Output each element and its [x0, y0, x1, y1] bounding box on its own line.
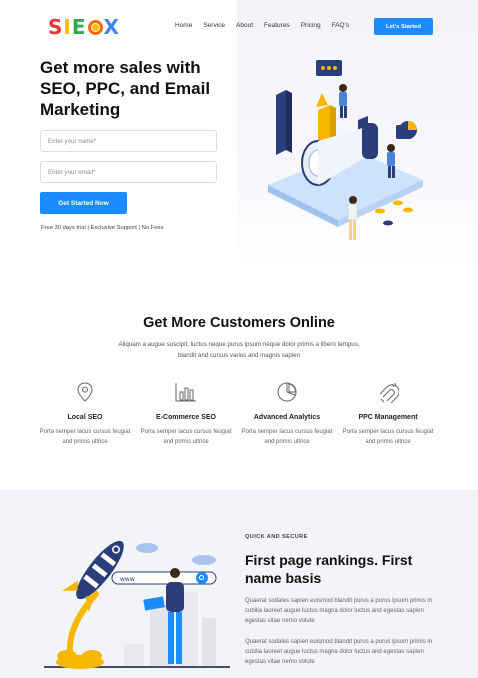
nav-pricing[interactable]: Pricing: [301, 22, 321, 29]
section-kicker: QUICK AND SECURE: [245, 534, 308, 540]
service-ppc-management: PPC Management Porta semper lacus cursus…: [338, 380, 438, 447]
service-name: E-Commerce SEO: [156, 414, 216, 421]
nav-faqs[interactable]: FAQ's: [332, 22, 350, 29]
service-local-seo: Local SEO Porta semper lacus cursus feug…: [35, 380, 135, 447]
hero-note: Free 30 days trial | Exclusive Support |…: [41, 225, 164, 231]
customers-title: Get More Customers Online: [143, 315, 335, 331]
seo-rocket-illustration: www: [44, 540, 230, 669]
magnet-icon: [338, 380, 438, 404]
lets-started-button[interactable]: Let's Started: [374, 18, 433, 35]
search-text: www: [120, 576, 135, 583]
nav-home[interactable]: Home: [175, 22, 192, 29]
rankings-paragraph: Quaerat sodales sapien euismod blandit p…: [245, 598, 433, 625]
marketing-illustration: [268, 60, 423, 240]
nav-about[interactable]: About: [236, 22, 253, 29]
service-description: Porta semper lacus cursus feugiat and pr…: [140, 429, 232, 445]
service-name: Local SEO: [67, 414, 103, 421]
name-input[interactable]: Enter your name*: [40, 130, 217, 152]
main-nav: Home Service About Features Pricing FAQ'…: [175, 22, 360, 29]
service-ecommerce-seo: E-Commerce SEO Porta semper lacus cursus…: [136, 380, 236, 447]
nav-features[interactable]: Features: [264, 22, 290, 29]
service-name: PPC Management: [358, 414, 418, 421]
service-name: Advanced Analytics: [253, 414, 321, 421]
service-description: Porta semper lacus cursus feugiat and pr…: [342, 429, 434, 445]
nav-service[interactable]: Service: [203, 22, 225, 29]
hero-title: Get more sales with SEO, PPC, and Email …: [40, 58, 211, 119]
get-started-button[interactable]: Get Started Now: [40, 192, 127, 214]
landing-page: SIEX Home Service About Features Pricing…: [0, 0, 478, 678]
pie-chart-icon: [237, 380, 337, 404]
bar-chart-icon: [136, 380, 236, 404]
location-pin-icon: [35, 380, 135, 404]
rankings-title: First page rankings. First name basis: [245, 552, 413, 586]
service-advanced-analytics: Advanced Analytics Porta semper lacus cu…: [237, 380, 337, 447]
customers-description: Aliquam a augue suscipit, luctus neque p…: [118, 341, 360, 359]
service-description: Porta semper lacus cursus feugiat and pr…: [39, 429, 131, 445]
service-description: Porta semper lacus cursus feugiat and pr…: [241, 429, 333, 445]
site-logo[interactable]: SIEX: [48, 15, 120, 39]
email-input[interactable]: Enter your email*: [40, 161, 217, 183]
rankings-paragraph: Quaerat sodales sapien euismod blandit p…: [245, 639, 433, 666]
